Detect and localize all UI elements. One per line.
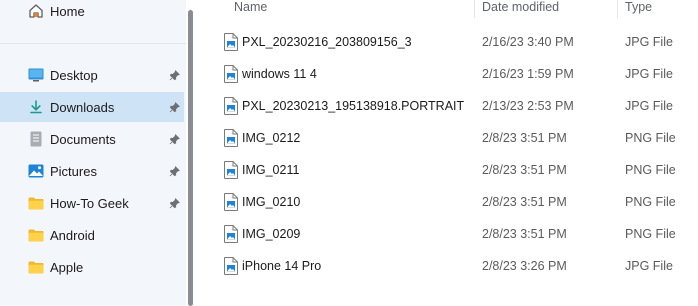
- sidebar-item-how-to-geek[interactable]: How-To Geek: [0, 188, 184, 218]
- file-name: PXL_20230213_195138918.PORTRAIT: [242, 99, 465, 113]
- sidebar-item-desktop[interactable]: Desktop: [0, 60, 184, 90]
- pin-icon[interactable]: [168, 101, 180, 113]
- file-row[interactable]: IMG_0211 2/8/23 3:51 PM PNG File: [200, 154, 698, 186]
- sidebar-item-label: Desktop: [50, 67, 98, 83]
- sidebar-item-android[interactable]: Android: [0, 220, 184, 250]
- image-file-icon: [224, 33, 238, 51]
- file-type: JPG File: [625, 67, 673, 81]
- picture-icon: [28, 163, 44, 179]
- sidebar-item-label: Apple: [50, 259, 84, 275]
- image-file-icon: [224, 257, 238, 275]
- image-file-icon: [224, 65, 238, 83]
- file-type: PNG File: [625, 195, 676, 209]
- column-header-name[interactable]: Name: [234, 0, 267, 16]
- image-file-icon: [224, 129, 238, 147]
- download-icon: [28, 99, 44, 115]
- image-file-icon: [224, 161, 238, 179]
- column-header-type[interactable]: Type: [625, 0, 652, 16]
- file-type: JPG File: [625, 99, 673, 113]
- file-name: iPhone 14 Pro: [242, 259, 322, 273]
- desktop-icon: [28, 67, 44, 83]
- file-row[interactable]: IMG_0209 2/8/23 3:51 PM PNG File: [200, 218, 698, 250]
- file-row[interactable]: PXL_20230216_203809156_3 2/16/23 3:40 PM…: [200, 26, 698, 58]
- file-row[interactable]: iPhone 14 Pro 2/8/23 3:26 PM JPG File: [200, 250, 698, 282]
- navigation-pane: Home Desktop Downloads Documents Picture…: [0, 0, 186, 306]
- file-date-modified: 2/13/23 2:53 PM: [482, 99, 574, 113]
- document-icon: [28, 131, 44, 147]
- pin-icon[interactable]: [168, 133, 180, 145]
- file-type: JPG File: [625, 259, 673, 273]
- sidebar-item-label: How-To Geek: [50, 195, 129, 211]
- file-row[interactable]: PXL_20230213_195138918.PORTRAIT 2/13/23 …: [200, 90, 698, 122]
- column-divider[interactable]: [474, 0, 475, 18]
- file-type: PNG File: [625, 131, 676, 145]
- file-date-modified: 2/8/23 3:26 PM: [482, 259, 567, 273]
- folder-icon: [28, 259, 44, 275]
- sidebar-item-downloads[interactable]: Downloads: [0, 92, 184, 122]
- image-file-icon: [224, 193, 238, 211]
- file-name: windows 11 4: [242, 67, 317, 81]
- folder-icon: [28, 195, 44, 211]
- file-date-modified: 2/8/23 3:51 PM: [482, 131, 567, 145]
- sidebar-item-pictures[interactable]: Pictures: [0, 156, 184, 186]
- sidebar-item-label: Documents: [50, 131, 116, 147]
- sidebar-item-label: Home: [50, 3, 85, 19]
- file-date-modified: 2/8/23 3:51 PM: [482, 163, 567, 177]
- file-type: JPG File: [625, 35, 673, 49]
- file-date-modified: 2/8/23 3:51 PM: [482, 227, 567, 241]
- image-file-icon: [224, 97, 238, 115]
- image-file-icon: [224, 225, 238, 243]
- file-type: PNG File: [625, 227, 676, 241]
- column-header-date-modified[interactable]: Date modified: [482, 0, 559, 16]
- file-name: IMG_0212: [242, 131, 301, 145]
- file-row[interactable]: IMG_0212 2/8/23 3:51 PM PNG File: [200, 122, 698, 154]
- sidebar-item-apple[interactable]: Apple: [0, 252, 184, 282]
- sidebar-scrollbar[interactable]: [188, 10, 193, 306]
- pin-icon[interactable]: [168, 69, 180, 81]
- sidebar-item-home[interactable]: Home: [0, 0, 184, 26]
- sidebar-divider: [0, 43, 186, 44]
- file-type: PNG File: [625, 163, 676, 177]
- file-date-modified: 2/8/23 3:51 PM: [482, 195, 567, 209]
- sidebar-item-label: Pictures: [50, 163, 97, 179]
- file-name: IMG_0211: [242, 163, 300, 177]
- pin-icon[interactable]: [168, 165, 180, 177]
- sidebar-item-label: Android: [50, 227, 95, 243]
- sidebar-item-label: Downloads: [50, 99, 115, 115]
- file-name: IMG_0210: [242, 195, 301, 209]
- sidebar-item-documents[interactable]: Documents: [0, 124, 184, 154]
- pin-icon[interactable]: [168, 197, 180, 209]
- file-date-modified: 2/16/23 1:59 PM: [482, 67, 574, 81]
- file-name: PXL_20230216_203809156_3: [242, 35, 412, 49]
- home-icon: [28, 3, 44, 19]
- column-divider[interactable]: [617, 0, 618, 18]
- file-row[interactable]: IMG_0210 2/8/23 3:51 PM PNG File: [200, 186, 698, 218]
- folder-icon: [28, 227, 44, 243]
- file-date-modified: 2/16/23 3:40 PM: [482, 35, 574, 49]
- file-name: IMG_0209: [242, 227, 301, 241]
- file-row[interactable]: windows 11 4 2/16/23 1:59 PM JPG File: [200, 58, 698, 90]
